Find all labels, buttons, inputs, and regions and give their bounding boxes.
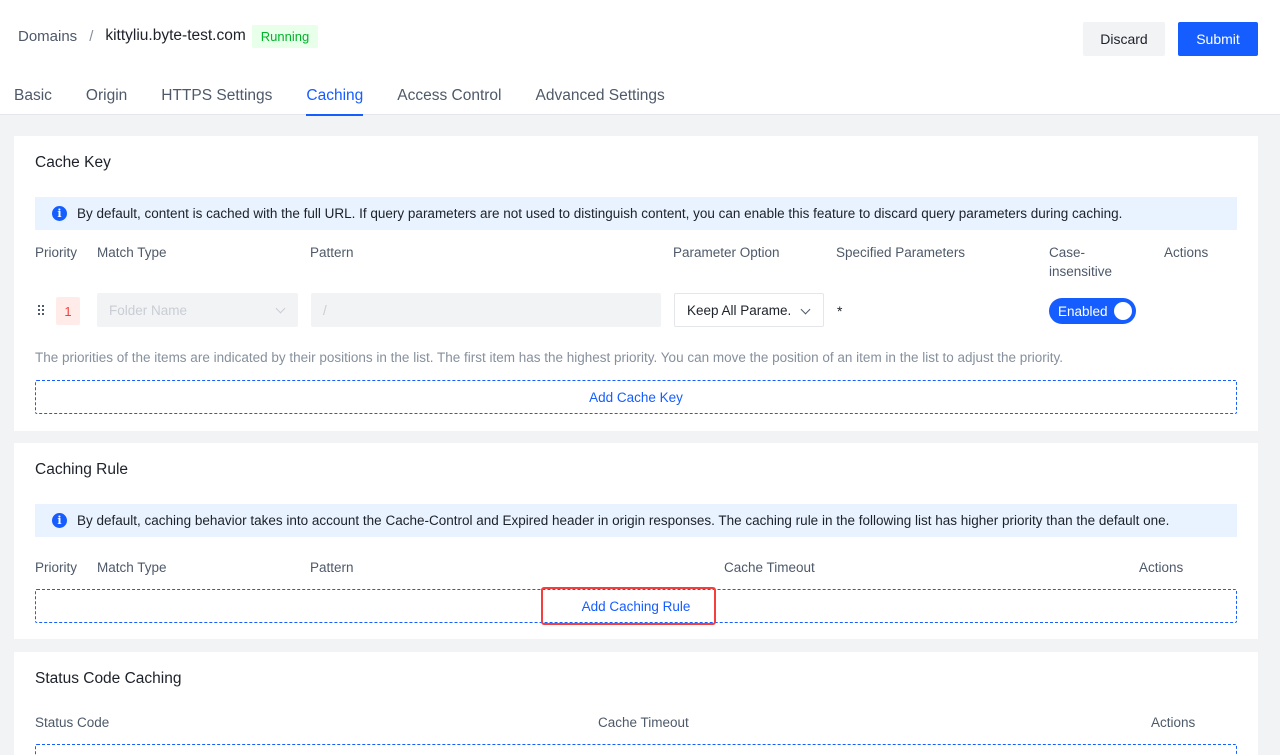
drag-handle-icon[interactable]	[38, 305, 46, 317]
column-case-insensitive-line2: insensitive	[1049, 264, 1113, 279]
column-case-insensitive-line1: Case-	[1049, 245, 1086, 260]
cache-key-info-text: By default, content is cached with the f…	[77, 206, 1123, 221]
column-priority: Priority	[35, 560, 78, 575]
tab-advanced-settings[interactable]: Advanced Settings	[536, 78, 665, 115]
cache-key-info-alert: i By default, content is cached with the…	[35, 197, 1237, 230]
tab-bar: Basic Origin HTTPS Settings Caching Acce…	[14, 78, 699, 116]
parameter-option-select[interactable]: Keep All Parame.	[674, 293, 824, 327]
priority-hint: The priorities of the items are indicate…	[35, 350, 1064, 365]
column-pattern: Pattern	[310, 245, 354, 260]
column-match-type: Match Type	[97, 245, 167, 260]
chevron-down-icon	[800, 304, 811, 315]
cache-key-title: Cache Key	[35, 154, 111, 171]
cache-key-card: Cache Key i By default, content is cache…	[14, 136, 1258, 431]
submit-button[interactable]: Submit	[1178, 22, 1258, 56]
column-pattern: Pattern	[310, 560, 354, 575]
tab-origin[interactable]: Origin	[86, 78, 127, 115]
caching-rule-info-text: By default, caching behavior takes into …	[77, 513, 1170, 528]
column-match-type: Match Type	[97, 560, 167, 575]
page-header: Domains / kittyliu.byte-test.com Running…	[0, 0, 1280, 116]
column-actions: Actions	[1139, 560, 1184, 575]
column-status-code: Status Code	[35, 715, 110, 730]
pattern-input[interactable]: /	[311, 293, 661, 327]
status-code-caching-card: Status Code Caching Status Code Cache Ti…	[14, 652, 1258, 755]
column-parameter-option: Parameter Option	[673, 245, 780, 260]
parameter-option-value: Keep All Parame.	[687, 302, 792, 318]
column-cache-timeout: Cache Timeout	[724, 560, 815, 575]
column-priority: Priority	[35, 245, 78, 260]
match-type-select[interactable]: Folder Name	[97, 293, 298, 327]
toggle-knob	[1114, 302, 1132, 320]
specified-parameters-value: *	[837, 303, 843, 319]
caching-rule-card: Caching Rule i By default, caching behav…	[14, 443, 1258, 639]
pattern-placeholder: /	[323, 302, 327, 318]
column-actions: Actions	[1151, 715, 1196, 730]
column-actions: Actions	[1164, 245, 1209, 260]
add-status-code-rule-button[interactable]	[35, 744, 1237, 755]
info-icon: i	[52, 513, 67, 528]
priority-badge: 1	[56, 297, 80, 325]
match-type-placeholder: Folder Name	[109, 302, 188, 318]
breadcrumb-current-domain: kittyliu.byte-test.com	[105, 27, 246, 44]
chevron-down-icon	[275, 303, 286, 314]
tab-https-settings[interactable]: HTTPS Settings	[161, 78, 272, 115]
breadcrumb-domains-link[interactable]: Domains	[18, 28, 77, 45]
discard-button[interactable]: Discard	[1083, 22, 1165, 56]
breadcrumb: Domains / kittyliu.byte-test.com Running	[18, 24, 319, 48]
add-cache-key-button[interactable]: Add Cache Key	[35, 380, 1237, 414]
info-icon: i	[52, 206, 67, 221]
breadcrumb-separator: /	[89, 27, 94, 45]
tab-access-control[interactable]: Access Control	[397, 78, 501, 115]
column-specified-parameters: Specified Parameters	[836, 245, 966, 260]
caching-rule-title: Caching Rule	[35, 461, 129, 478]
caching-rule-info-alert: i By default, caching behavior takes int…	[35, 504, 1237, 537]
tab-caching[interactable]: Caching	[306, 78, 363, 116]
column-cache-timeout: Cache Timeout	[598, 715, 689, 730]
case-insensitive-toggle[interactable]: Enabled	[1049, 298, 1136, 324]
add-caching-rule-button[interactable]: Add Caching Rule	[35, 589, 1237, 623]
status-badge: Running	[251, 24, 319, 48]
tab-basic[interactable]: Basic	[14, 78, 52, 115]
toggle-label: Enabled	[1058, 303, 1108, 319]
status-code-caching-title: Status Code Caching	[35, 670, 182, 687]
